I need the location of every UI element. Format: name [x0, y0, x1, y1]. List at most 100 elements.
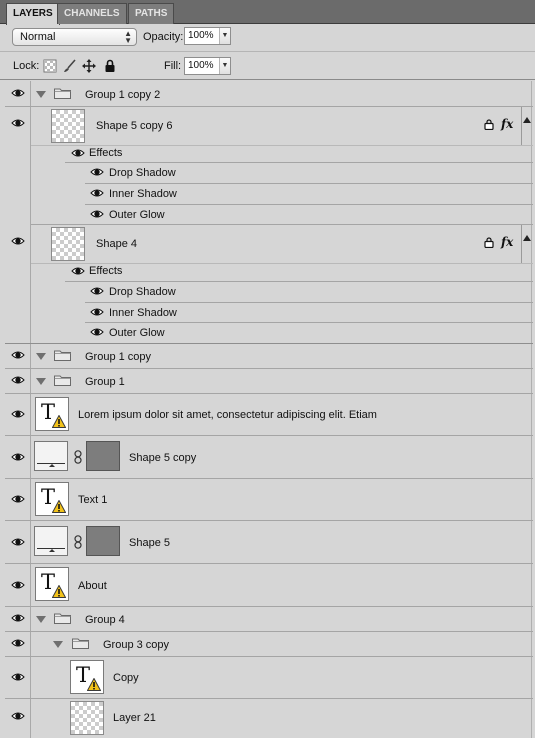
shape-thumbnail [34, 526, 68, 556]
eye-icon[interactable] [90, 167, 104, 177]
eye-icon[interactable] [11, 537, 25, 547]
layer-name: Group 3 copy [103, 639, 170, 651]
tab-paths[interactable]: PATHS [128, 3, 175, 24]
fx-icon[interactable]: fx [501, 117, 513, 131]
layer-group-1-copy[interactable]: Group 1 copy [5, 344, 533, 369]
expand-triangle-icon[interactable] [53, 641, 63, 648]
layer-about[interactable]: T About [5, 564, 533, 607]
tab-layers[interactable]: LAYERS [6, 3, 60, 25]
eye-icon[interactable] [11, 452, 25, 462]
layer-name: Copy [113, 672, 139, 684]
eye-icon[interactable] [11, 375, 25, 385]
eye-icon[interactable] [90, 286, 104, 296]
layer-shape-4[interactable]: Shape 4 fx [31, 225, 533, 264]
eye-icon[interactable] [11, 88, 25, 98]
chain-link-icon[interactable] [74, 535, 82, 549]
fx-icon[interactable]: fx [501, 235, 513, 249]
eye-icon[interactable] [11, 580, 25, 590]
layer-name: Group 4 [85, 614, 125, 626]
eye-icon[interactable] [90, 188, 104, 198]
effect-outer-glow[interactable]: Outer Glow [5, 323, 533, 344]
layer-copy[interactable]: T Copy [5, 657, 533, 699]
text-layer-thumbnail: T [35, 482, 69, 516]
chain-link-icon[interactable] [74, 450, 82, 464]
layer-group-3-copy[interactable]: Group 3 copy [5, 632, 533, 657]
blend-mode-select[interactable]: Normal ▲ ▼ [12, 28, 137, 46]
collapse-arrow-icon [523, 235, 531, 241]
fill-value: 100% [188, 60, 214, 71]
effects-label: Effects [89, 147, 123, 159]
layer-shape-5-copy-6[interactable]: Shape 5 copy 6 fx [31, 107, 533, 146]
effect-inner-shadow[interactable]: Inner Shadow [85, 303, 533, 323]
text-layer-thumbnail: T [35, 397, 69, 431]
layer-21[interactable]: Layer 21 [5, 699, 533, 738]
effects-toggle[interactable] [521, 225, 531, 263]
lock-transparent-pixels-icon[interactable] [43, 59, 57, 73]
layer-group-4[interactable]: Group 4 [5, 607, 533, 632]
opacity-field[interactable]: 100% ▼ [184, 27, 231, 45]
effect-outer-glow[interactable]: Outer Glow [31, 205, 533, 225]
folder-icon [54, 349, 71, 361]
eye-icon[interactable] [11, 672, 25, 682]
layer-lorem-text[interactable]: T Lorem ipsum dolor sit amet, consectetu… [5, 394, 533, 436]
lock-all-icon[interactable] [103, 59, 117, 73]
fill-dropdown-icon[interactable]: ▼ [219, 58, 230, 74]
layer-name: Shape 5 copy 6 [96, 120, 173, 132]
eye-icon[interactable] [90, 307, 104, 317]
opacity-value: 100% [188, 30, 214, 41]
eye-icon[interactable] [90, 327, 104, 337]
eye-icon[interactable] [11, 409, 25, 419]
layer-group-1-copy-2[interactable]: Group 1 copy 2 [5, 81, 533, 107]
folder-icon [54, 612, 71, 624]
warning-icon [52, 500, 66, 513]
eye-icon[interactable] [11, 711, 25, 721]
effect-name: Inner Shadow [109, 188, 177, 200]
eye-icon[interactable] [11, 494, 25, 504]
layer-name: Group 1 [85, 376, 125, 388]
layer-name: Group 1 copy [85, 351, 152, 363]
effect-inner-shadow[interactable]: Inner Shadow [85, 184, 533, 205]
layer-text-1[interactable]: T Text 1 [5, 479, 533, 521]
select-arrows-icon: ▲ ▼ [124, 29, 132, 45]
folder-icon [72, 637, 89, 649]
opacity-dropdown-icon[interactable]: ▼ [219, 28, 230, 44]
effects-toggle[interactable] [521, 107, 531, 145]
text-layer-thumbnail: T [35, 567, 69, 601]
layer-name: Group 1 copy 2 [85, 89, 161, 101]
fill-field[interactable]: 100% ▼ [184, 57, 231, 75]
effects-header[interactable]: Effects [65, 146, 533, 163]
layer-name: Layer 21 [113, 712, 156, 724]
lock-icon [484, 237, 494, 248]
expand-triangle-icon[interactable] [36, 378, 46, 385]
brush-icon[interactable] [63, 59, 77, 73]
eye-icon[interactable] [11, 118, 25, 128]
lock-fill-row: Lock: 100% ▼ Fill: [0, 53, 535, 80]
layer-name: Shape 5 copy [129, 452, 197, 464]
tab-channels[interactable]: CHANNELS [57, 3, 127, 24]
expand-triangle-icon[interactable] [36, 616, 46, 623]
layer-shape-5[interactable]: Shape 5 [5, 521, 533, 564]
eye-icon[interactable] [11, 236, 25, 246]
layer-shape-5-copy[interactable]: Shape 5 copy [5, 436, 533, 479]
warning-icon [52, 415, 66, 428]
eye-icon[interactable] [11, 638, 25, 648]
layer-name: About [78, 580, 107, 592]
effect-name: Drop Shadow [109, 167, 176, 179]
eye-icon[interactable] [90, 209, 104, 219]
effect-name: Outer Glow [109, 327, 165, 339]
layer-group-1[interactable]: Group 1 [5, 369, 533, 394]
effects-label: Effects [89, 265, 123, 277]
vector-mask-thumbnail [86, 526, 120, 556]
effects-header[interactable]: Effects [65, 264, 533, 282]
expand-triangle-icon[interactable] [36, 353, 46, 360]
expand-triangle-icon[interactable] [36, 91, 46, 98]
opacity-label: Opacity: [143, 31, 184, 43]
eye-icon[interactable] [11, 613, 25, 623]
eye-icon[interactable] [71, 266, 85, 276]
eye-icon[interactable] [11, 350, 25, 360]
layer-name: Shape 5 [129, 537, 170, 549]
effect-drop-shadow[interactable]: Drop Shadow [85, 282, 533, 303]
eye-icon[interactable] [71, 148, 85, 158]
move-icon[interactable] [82, 59, 96, 73]
effect-drop-shadow[interactable]: Drop Shadow [85, 163, 533, 184]
